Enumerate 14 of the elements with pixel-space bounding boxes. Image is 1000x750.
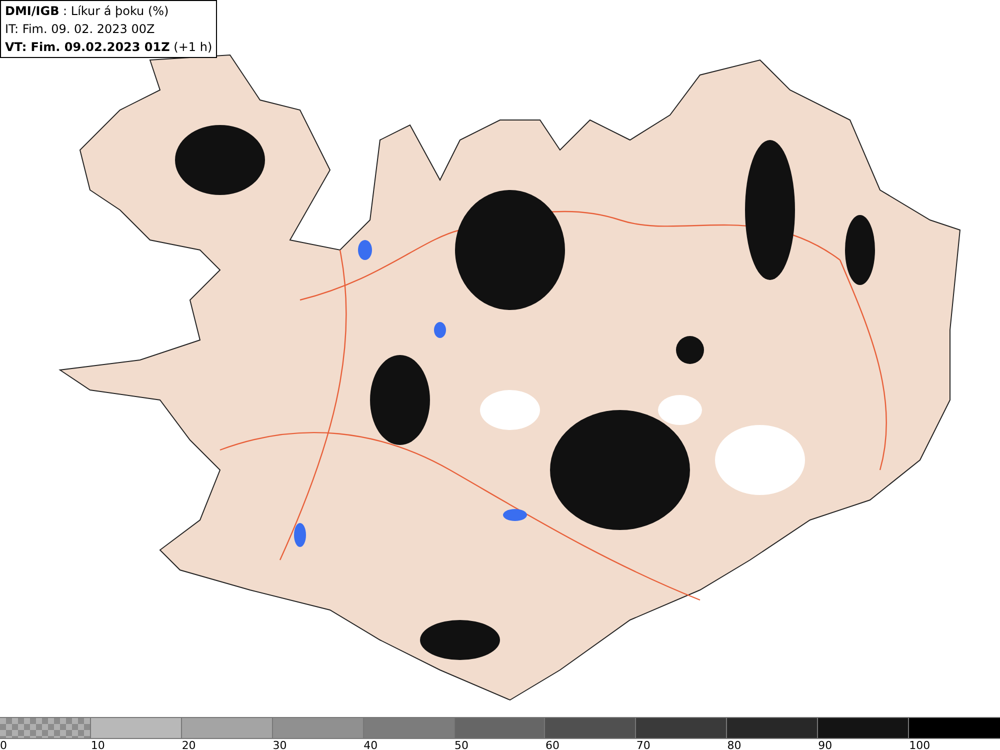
scale-label: 70	[636, 739, 650, 750]
scale-label: 20	[182, 739, 196, 750]
info-text: DMI/IGB : Líkur á þoku (%)	[5, 3, 170, 20]
scale-label: 0	[0, 739, 7, 750]
scale-label: 100	[909, 739, 930, 750]
scale-label: 30	[272, 739, 287, 750]
info-text: IT: Fim. 09. 02. 2023 00Z	[5, 21, 156, 38]
scale-label: 80	[727, 739, 742, 750]
scale-label: 10	[90, 739, 105, 750]
scale-label: 40	[364, 739, 378, 750]
scale-label: 60	[545, 739, 560, 750]
info-text: VT: Fim. 09.02.2023 01Z (+1 h)	[5, 39, 212, 56]
scale-label: 90	[818, 739, 832, 750]
scale-label: 50	[454, 739, 469, 750]
